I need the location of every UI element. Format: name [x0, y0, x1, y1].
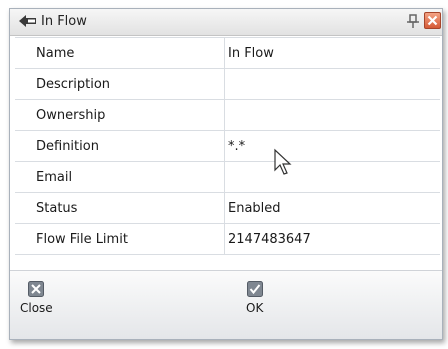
ok-button[interactable]: OK: [246, 281, 263, 315]
properties-panel: In Flow Name In Flow Description Ownership D…: [9, 8, 443, 340]
close-button[interactable]: Close: [20, 281, 53, 315]
property-row[interactable]: Description: [15, 68, 440, 100]
property-row[interactable]: Name In Flow: [15, 37, 440, 69]
property-value[interactable]: In Flow: [224, 37, 440, 69]
window-title: In Flow: [41, 14, 87, 29]
title-bar: In Flow: [10, 9, 442, 36]
property-value[interactable]: *.*: [224, 130, 440, 162]
property-value[interactable]: Enabled: [224, 192, 440, 224]
back-arrow-icon[interactable]: [19, 14, 37, 28]
property-name: Description: [15, 68, 225, 100]
property-value[interactable]: [224, 68, 440, 100]
property-row[interactable]: Ownership: [15, 99, 440, 131]
mouse-cursor-icon: [274, 148, 292, 175]
pin-icon[interactable]: [405, 13, 421, 29]
property-value[interactable]: 2147483647: [224, 223, 440, 255]
property-name: Ownership: [15, 99, 225, 131]
checkmark-icon: [246, 281, 263, 297]
property-name: Definition: [15, 130, 225, 162]
property-grid: Name In Flow Description Ownership Definitio…: [15, 37, 440, 255]
close-icon[interactable]: [424, 12, 441, 29]
property-name: Name: [15, 37, 225, 69]
close-button-label: Close: [20, 301, 53, 315]
property-row[interactable]: Email: [15, 161, 440, 193]
property-row[interactable]: Flow File Limit 2147483647: [15, 223, 440, 255]
bottom-toolbar: Close OK: [10, 270, 442, 339]
property-row[interactable]: Definition *.*: [15, 130, 440, 162]
ok-button-label: OK: [246, 301, 264, 315]
property-name: Status: [15, 192, 225, 224]
property-value[interactable]: [224, 99, 440, 131]
property-name: Flow File Limit: [15, 223, 225, 255]
property-value[interactable]: [224, 161, 440, 193]
property-name: Email: [15, 161, 225, 193]
close-box-icon: [28, 281, 45, 297]
close-x-glyph: [427, 15, 438, 26]
property-row[interactable]: Status Enabled: [15, 192, 440, 224]
